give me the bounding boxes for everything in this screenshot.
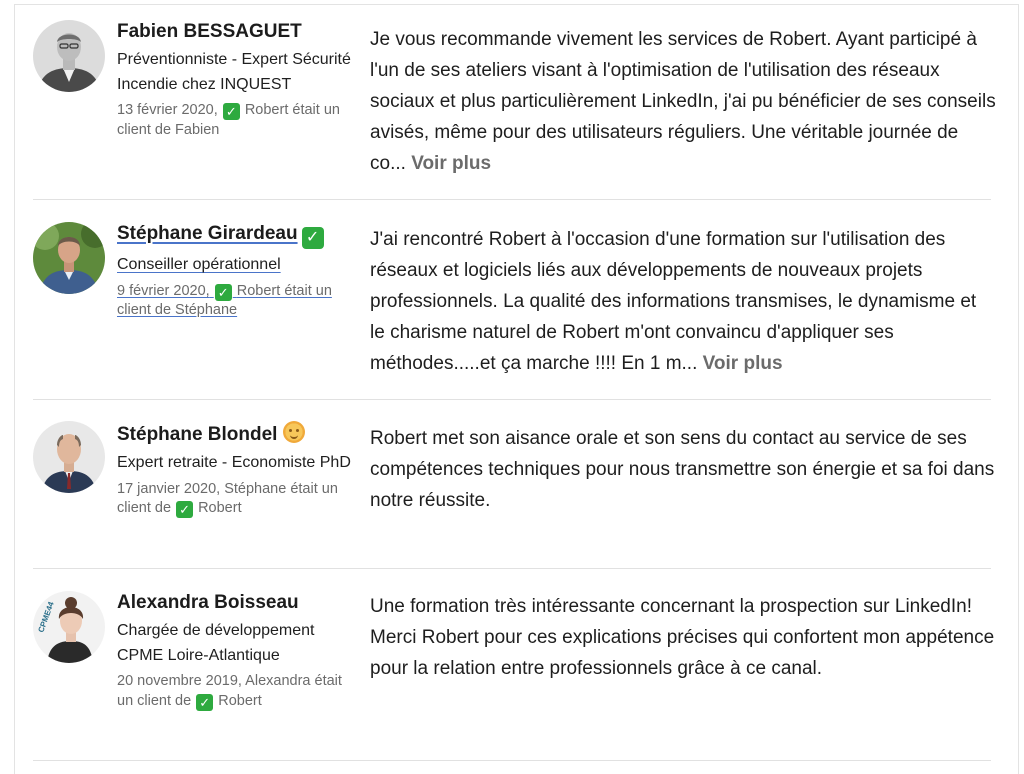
recommender-name[interactable]: Stéphane Girardeau ✓ [117,222,325,249]
recommendation-text: J'ai rencontré Robert à l'occasion d'une… [370,224,996,379]
check-mark-icon: ✓ [222,103,240,120]
recommender-info: Fabien BESSAGUET Préventionniste - Exper… [117,20,357,140]
check-mark-icon: ✓ [176,501,194,518]
recommendation-body: Robert met son aisance orale et son sens… [370,428,995,511]
avatar[interactable]: CPME44 [33,591,105,663]
check-mark-icon: ✓ [196,693,214,711]
recommendation-date: 20 novembre 2019, Alexandra était un cli… [117,672,357,711]
date-text: 13 février 2020, [117,102,218,118]
divider [33,760,991,761]
recommendation-text: Une formation très intéressante concerna… [370,591,996,684]
recommender-headline: Expert retraite - Economiste PhD [117,454,351,471]
recommender-name-text[interactable]: Stéphane Girardeau [117,223,298,244]
check-mark-icon: ✓ [214,283,232,301]
recommendation-date: 13 février 2020, ✓ Robert était un clien… [117,101,357,140]
recommender-name[interactable]: Fabien BESSAGUET [117,20,302,44]
sun-face-icon [283,421,306,443]
recommender-name[interactable]: Alexandra Boisseau [117,591,299,615]
recommender-name[interactable]: Stéphane Blondel [117,421,306,447]
check-mark-icon: ✓ [301,227,324,249]
recommendation-text: Je vous recommande vivement les services… [370,24,996,179]
recommender-name-text[interactable]: Stéphane Blondel [117,424,277,445]
see-more-link[interactable]: Voir plus [411,153,491,174]
recommender-headline[interactable]: Conseiller opérationnel [117,253,357,278]
avatar[interactable] [33,421,105,493]
recommender-headline: Préventionniste - Expert Sécurité Incend… [117,51,351,93]
recommendation-text: Robert met son aisance orale et son sens… [370,423,996,516]
recommendation-date: 17 janvier 2020, Stéphane était un clien… [117,480,357,519]
see-more-link[interactable]: Voir plus [703,353,783,374]
recommender-headline: Chargée de développement CPME Loire-Atla… [117,622,315,664]
recommendation-body: J'ai rencontré Robert à l'occasion d'une… [370,229,977,374]
relation-text: Robert [218,692,262,709]
recommender-info: Alexandra Boisseau Chargée de développem… [117,591,357,711]
recommendation-body: Une formation très intéressante concerna… [370,596,995,679]
divider [33,568,991,569]
relation-text: Robert [198,500,242,516]
date-text: 9 février 2020, [117,282,210,299]
divider [33,399,991,400]
avatar[interactable] [33,222,105,294]
recommendation-date[interactable]: 9 février 2020, ✓ Robert était un client… [117,282,357,321]
avatar[interactable] [33,20,105,92]
divider [33,199,991,200]
recommender-info: Stéphane Girardeau ✓ Conseiller opération… [117,222,357,321]
recommender-info: Stéphane Blondel Expert retraite - Econo… [117,421,357,519]
